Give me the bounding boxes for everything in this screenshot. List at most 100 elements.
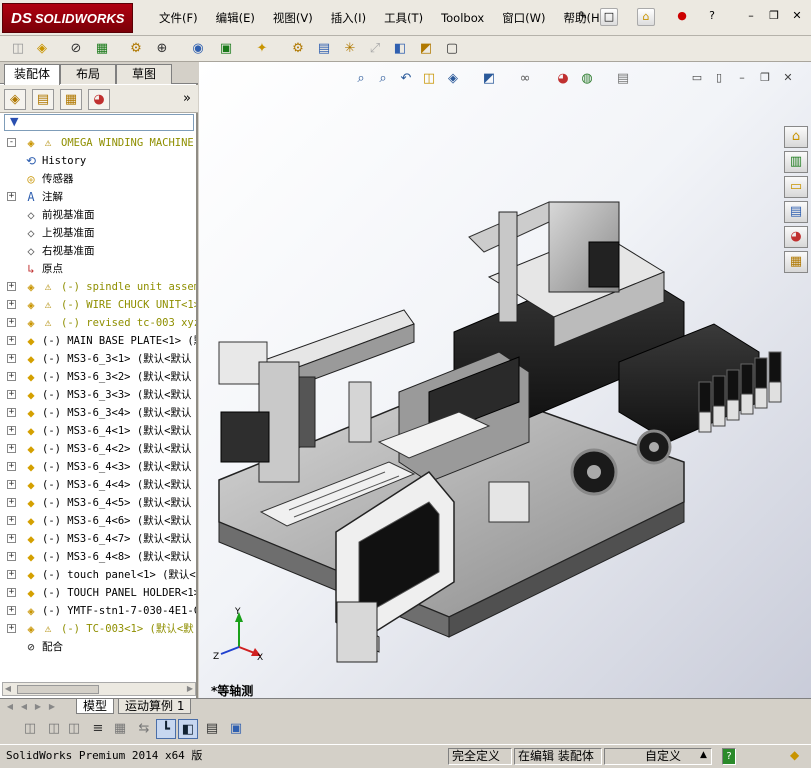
units-arrow-icon[interactable]: ▲ [697, 748, 710, 765]
menu-edit[interactable]: 编辑(E) [207, 10, 264, 26]
tree-item[interactable]: + ◆ (-) MS3-6_4<5> (默认<默认 [0, 494, 196, 512]
section-view-icon[interactable]: ◫ [420, 70, 438, 88]
mate-tool-icon[interactable]: ⊘ [66, 39, 86, 58]
restore-icon[interactable]: ❐ [765, 8, 783, 26]
reference-geometry-icon[interactable]: ✦ [252, 39, 272, 58]
next-tab-icon[interactable]: ▶ [32, 701, 44, 713]
expand-icon[interactable]: + [7, 408, 16, 417]
expand-icon[interactable]: + [7, 336, 16, 345]
tree-item[interactable]: + ◆ (-) MS3-6_4<1> (默认<默认 [0, 422, 196, 440]
scroll-thumb[interactable] [17, 685, 99, 694]
previous-view-icon[interactable]: ↶ [397, 70, 415, 88]
move-component-icon[interactable]: ⊕ [152, 39, 172, 58]
doc-restore-icon[interactable]: ❐ [757, 70, 773, 86]
tree-item[interactable]: + ◈ ⚠ (-) revised tc-003 xyz [0, 314, 196, 332]
tool-b-icon[interactable]: ◫ [44, 719, 64, 739]
menu-file[interactable]: 文件(F) [150, 10, 207, 26]
list-icon[interactable]: ≡ [88, 719, 108, 739]
interference-icon[interactable]: ◧ [390, 39, 410, 58]
units-selector[interactable]: 自定义 [604, 748, 712, 765]
tree-item[interactable]: + ◆ (-) MS3-6_4<8> (默认<默认 [0, 548, 196, 566]
component-pattern-icon[interactable]: ▦ [92, 39, 112, 58]
tab-motion-study[interactable]: 运动算例 1 [118, 699, 192, 714]
tree-item[interactable]: + ◆ (-) touch panel<1> (默认< [0, 566, 196, 584]
expand-icon[interactable]: + [7, 444, 16, 453]
tree-item[interactable]: + ◆ (-) MS3-6_3<1> (默认<默认 [0, 350, 196, 368]
machine-model[interactable]: Y X Z [199, 62, 811, 698]
tree-item[interactable]: + ◆ (-) MS3-6_4<6> (默认<默认 [0, 512, 196, 530]
tree-item[interactable]: + ◆ (-) MS3-6_4<4> (默认<默认 [0, 476, 196, 494]
tree-item[interactable]: + ◈ ⚠ (-) TC-003<1> (默认<默 [0, 620, 196, 638]
view-settings-icon[interactable]: ▤ [614, 70, 632, 88]
expand-icon[interactable]: + [7, 192, 16, 201]
tree-item[interactable]: + ◆ (-) MS3-6_3<3> (默认<默认 [0, 386, 196, 404]
doc-close-icon[interactable]: ✕ [780, 70, 796, 86]
tree-item[interactable]: + ◆ (-) MAIN BASE PLATE<1> (默 [0, 332, 196, 350]
rebuild-icon[interactable]: ● [673, 8, 691, 26]
display-manager-icon[interactable]: ◕ [88, 89, 110, 110]
tree-item[interactable]: + ◆ (-) MS3-6_4<7> (默认<默认 [0, 530, 196, 548]
expand-icon[interactable]: + [7, 390, 16, 399]
scroll-right-icon[interactable]: ▶ [184, 683, 196, 695]
expand-panel-icon[interactable]: » [176, 89, 198, 110]
shaded-view-icon[interactable]: ◧ [178, 719, 198, 739]
menu-window[interactable]: 窗口(W) [493, 10, 554, 26]
tree-item[interactable]: + ◈ ⚠ (-) WIRE CHUCK UNIT<1> [0, 296, 196, 314]
clearance-icon[interactable]: ◩ [416, 39, 436, 58]
tree-item[interactable]: ⟲ History [0, 152, 196, 170]
tree-item[interactable]: + ◈ (-) YMTF-stn1-7-030-4E1-C [0, 602, 196, 620]
expand-icon[interactable]: + [7, 588, 16, 597]
graphics-area[interactable]: Y X Z [199, 62, 811, 698]
tree-item[interactable]: ⊘ 配合 [0, 638, 196, 656]
appearances-icon[interactable]: ◕ [784, 226, 808, 248]
explode-line-icon[interactable]: ⤢ [365, 39, 385, 58]
menu-tools[interactable]: 工具(T) [375, 10, 432, 26]
pin-icon[interactable]: ✎ [574, 8, 592, 26]
expand-icon[interactable]: + [7, 282, 16, 291]
display-style-icon[interactable]: ◩ [480, 70, 498, 88]
tree-item[interactable]: + ◆ (-) TOUCH PANEL HOLDER<1> [0, 584, 196, 602]
minimize-icon[interactable]: – [742, 8, 760, 26]
help-icon[interactable]: ? [703, 8, 721, 26]
horizontal-scrollbar[interactable]: ◀ ▶ [2, 682, 196, 696]
tab-sketch[interactable]: 草图 [116, 64, 172, 84]
expand-icon[interactable]: + [7, 480, 16, 489]
tab-layout[interactable]: 布局 [60, 64, 116, 84]
tree-item[interactable]: ◇ 前视基准面 [0, 206, 196, 224]
tree-item[interactable]: ◇ 右视基准面 [0, 242, 196, 260]
collapse-icon[interactable]: - [7, 138, 16, 147]
design-library-icon[interactable]: ▥ [784, 151, 808, 173]
prev-tab-icon[interactable]: ◀ [18, 701, 30, 713]
file-explorer-icon[interactable]: ▭ [784, 176, 808, 198]
first-tab-icon[interactable]: ◀ [4, 701, 16, 713]
solidworks-logo[interactable]: DS SOLIDWORKS [2, 3, 133, 33]
hide-show-items-icon[interactable]: ∞ [516, 70, 534, 88]
close-icon[interactable]: ✕ [788, 8, 806, 26]
tag-icon[interactable]: ◆ [787, 748, 802, 765]
exploded-view-icon[interactable]: ✳ [340, 39, 360, 58]
expand-icon[interactable]: + [7, 534, 16, 543]
new-part-icon[interactable]: ◫ [8, 39, 28, 58]
tree-item[interactable]: - ◈ ⚠ OMEGA WINDING MACHINE (默 [0, 134, 196, 152]
solidworks-resources-icon[interactable]: ⌂ [784, 126, 808, 148]
insert-component-icon[interactable]: ◈ [32, 39, 52, 58]
tile-horizontal-icon[interactable]: ▭ [689, 70, 705, 86]
menu-view[interactable]: 视图(V) [264, 10, 322, 26]
instant3d-icon[interactable]: ▢ [442, 39, 462, 58]
expand-icon[interactable]: + [7, 516, 16, 525]
new-motion-study-icon[interactable]: ⚙ [288, 39, 308, 58]
new-document-icon[interactable]: □ [600, 8, 618, 26]
view-orientation-icon[interactable]: ◈ [444, 70, 462, 88]
tree-item[interactable]: + ◆ (-) MS3-6_3<2> (默认<默认 [0, 368, 196, 386]
zoom-to-fit-icon[interactable]: ⌕ [352, 70, 370, 88]
edit-appearance-icon[interactable]: ◕ [554, 70, 572, 88]
assembly-features-icon[interactable]: ▣ [216, 39, 236, 58]
save-view-icon[interactable]: ▣ [226, 719, 246, 739]
tree-item[interactable]: + ◆ (-) MS3-6_3<4> (默认<默认 [0, 404, 196, 422]
align-icon[interactable]: ⇆ [134, 719, 154, 739]
expand-icon[interactable]: + [7, 300, 16, 309]
doc-minimize-icon[interactable]: – [734, 70, 750, 86]
view-palette-icon[interactable]: ▤ [784, 201, 808, 223]
open-icon[interactable]: ⌂ [637, 8, 655, 26]
expand-icon[interactable]: + [7, 354, 16, 363]
